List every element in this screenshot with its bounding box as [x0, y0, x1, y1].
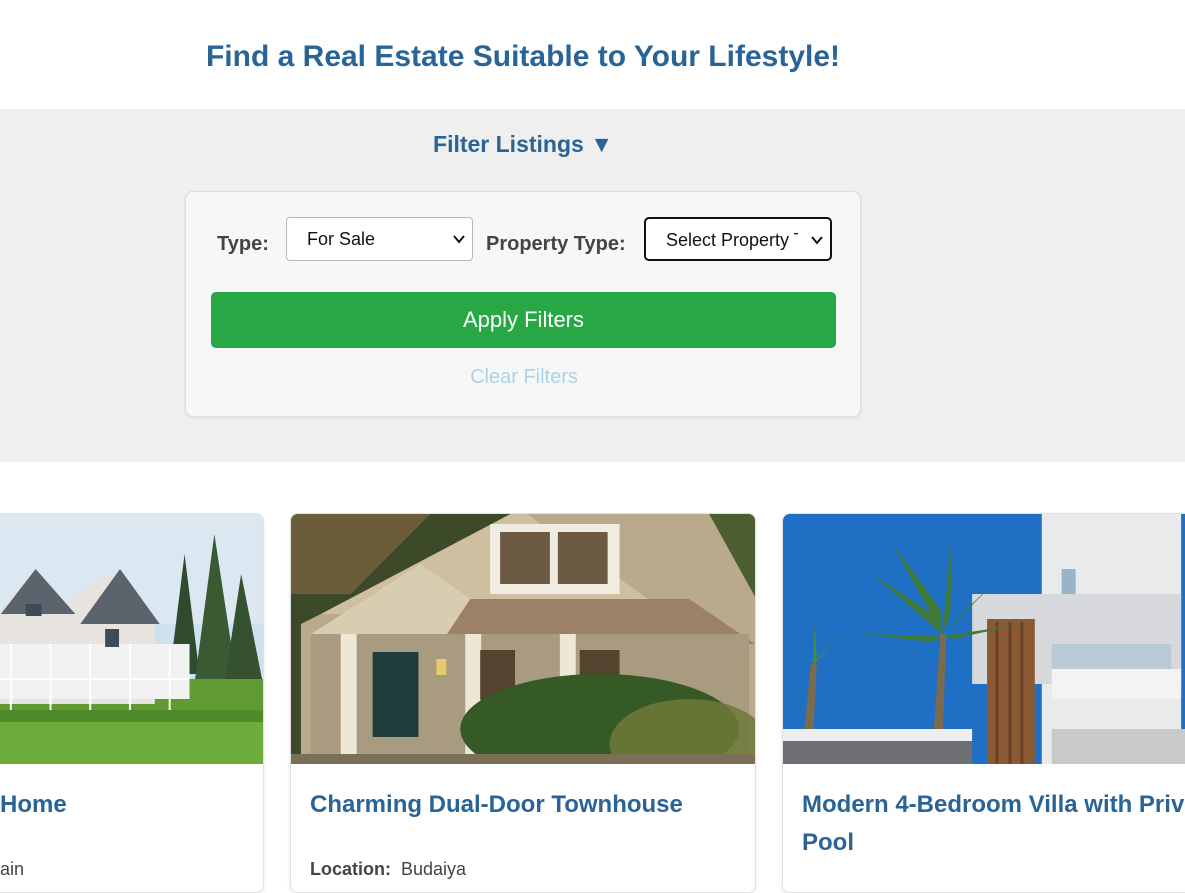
listing-location-label: Location: — [310, 859, 391, 879]
filter-panel: Type: For Sale Property Type: Select Pro… — [185, 191, 861, 417]
property-type-select-value: Select Property Type — [666, 230, 798, 250]
listing-card[interactable]: Charming Dual-Door Townhouse Location: B… — [290, 513, 756, 893]
apply-filters-button[interactable]: Apply Filters — [211, 292, 836, 348]
listing-card[interactable]: Home ain — [0, 513, 264, 893]
listing-card[interactable]: Modern 4-Bedroom Villa with Priv Pool — [782, 513, 1185, 893]
listing-title-line: Pool — [802, 829, 854, 856]
listing-photo — [783, 514, 1185, 764]
page-title: Find a Real Estate Suitable to Your Life… — [205, 40, 841, 73]
type-select[interactable]: For Sale — [286, 217, 473, 261]
listing-location-value: ain — [0, 859, 25, 879]
chevron-down-icon — [811, 236, 823, 245]
chevron-down-icon — [453, 235, 465, 244]
filter-listings-toggle[interactable]: Filter Listings ▼ — [0, 131, 1046, 158]
type-select-value: For Sale — [307, 229, 376, 249]
listing-photo — [0, 514, 263, 764]
listing-title[interactable]: Charming Dual-Door Townhouse — [310, 786, 683, 824]
clear-filters-link[interactable]: Clear Filters — [186, 366, 862, 389]
listing-title-line: Modern 4-Bedroom Villa with Priv — [802, 791, 1185, 818]
property-type-select[interactable]: Select Property Type — [644, 217, 832, 261]
listing-location-value: Budaiya — [401, 859, 467, 879]
property-type-label: Property Type: — [486, 233, 626, 255]
type-label: Type: — [217, 233, 269, 255]
listing-photo — [291, 514, 755, 764]
listing-title[interactable]: Modern 4-Bedroom Villa with Priv Pool — [802, 786, 1184, 862]
listing-title[interactable]: Home — [0, 786, 67, 824]
